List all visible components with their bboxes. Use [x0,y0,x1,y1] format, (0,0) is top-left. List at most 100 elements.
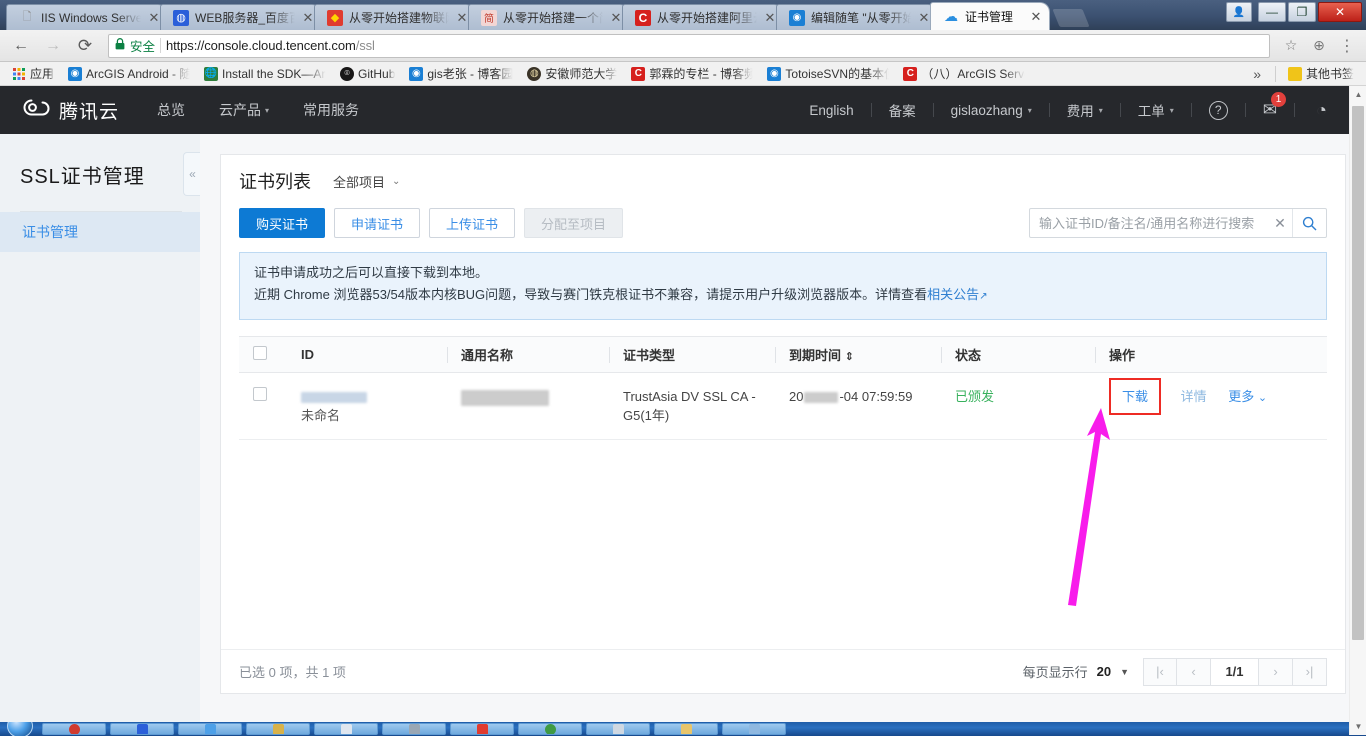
bookmark-tortoisesvn[interactable]: ◉ TotoiseSVN的基本使 [761,63,895,84]
browser-tab-3[interactable]: 简 从零开始搭建一个简 ✕ [468,4,630,30]
browser-tab-2[interactable]: ◆ 从零开始搭建物联网 ✕ [314,4,476,30]
column-header-cert-type: 证书类型 [609,336,775,373]
close-icon[interactable]: ✕ [301,10,315,25]
scrollbar-thumb[interactable] [1352,106,1364,640]
select-all-checkbox[interactable] [253,346,267,360]
more-actions-dropdown[interactable]: 更多 ⌄ [1228,389,1267,404]
close-icon[interactable]: ✕ [147,10,161,25]
bookmark-gislaozhang-blog[interactable]: ◉ gis老张 - 博客园 [403,63,519,84]
nav-common-services[interactable]: 常用服务 [303,100,359,120]
close-icon[interactable]: ✕ [1029,9,1043,24]
nav-overview[interactable]: 总览 [157,100,185,120]
cell-expire-time: 20 -04 07:59:59 [775,372,941,440]
bookmark-install-sdk[interactable]: 🌐 Install the SDK—Arc [198,65,332,83]
taskbar-item[interactable] [722,723,786,735]
per-page-selector[interactable]: 每页显示行 20 ▼ [1023,662,1129,681]
taskbar-item[interactable] [178,723,242,735]
minimize-button[interactable]: — [1258,2,1286,22]
bookmark-apps[interactable]: 应用 [6,63,60,84]
start-button[interactable] [0,722,40,736]
details-link[interactable]: 详情 [1181,389,1207,404]
bookmark-arcgis-server[interactable]: C （八）ArcGIS Server [897,63,1031,84]
nav-account-gislaozhang[interactable]: gislaozhang ▾ [934,103,1049,118]
prev-page-button[interactable]: ‹ [1177,657,1211,686]
per-page-label: 每页显示行 [1022,665,1088,680]
back-button[interactable]: ← [8,33,34,59]
maximize-button[interactable]: ❐ [1288,2,1316,22]
row-checkbox[interactable] [253,387,267,401]
next-page-button[interactable]: › [1259,657,1293,686]
bookmark-github[interactable]: ⌾ GitHub [334,65,401,83]
close-button[interactable]: ✕ [1318,2,1362,22]
search-input[interactable] [1030,209,1268,237]
taskbar-item[interactable] [586,723,650,735]
address-bar[interactable]: 安全 https://console.cloud.tencent.com/ssl [108,33,1270,58]
taskbar-item[interactable] [110,723,174,735]
qcloud-top-nav: 腾讯云 总览 云产品 ▾ 常用服务 English 备案 gislaozhang… [0,86,1366,134]
new-tab-button[interactable] [1052,9,1090,27]
taskbar-item[interactable] [42,723,106,735]
nav-cloud-products[interactable]: 云产品 ▾ [219,100,269,120]
search-icon[interactable] [1292,209,1326,237]
taskbar-item[interactable] [518,723,582,735]
sidebar-item-certificate-management[interactable]: 证书管理 [0,212,200,252]
announcement-link[interactable]: 相关公告 [927,287,979,302]
clock-icon: ◔ [1316,100,1327,120]
column-header-expire-time[interactable]: 到期时间 ⇕ [775,336,941,373]
bookmarks-overflow-button[interactable]: » [1245,66,1269,82]
scroll-up-arrow-icon[interactable]: ▲ [1350,86,1366,103]
qcloud-logo[interactable]: 腾讯云 [22,97,119,124]
browser-tab-6[interactable]: ☁ 证书管理 ✕ [930,2,1050,30]
close-icon[interactable]: ✕ [917,10,931,25]
extension-icon[interactable]: ⊕ [1308,34,1330,58]
search-icon-svg [1302,216,1317,230]
last-page-button[interactable]: ›| [1293,657,1327,686]
cnblogs-icon: ◉ [68,66,83,81]
apply-certificate-button[interactable]: 申请证书 [334,208,421,238]
close-icon[interactable]: ✕ [763,10,777,25]
scroll-down-arrow-icon[interactable]: ▼ [1350,718,1366,735]
taskbar-item[interactable] [314,723,378,735]
taskbar-item[interactable] [654,723,718,735]
user-avatar-icon[interactable]: 👤 [1226,2,1252,22]
window-controls: 👤 — ❐ ✕ [1226,2,1362,22]
bookmark-star-icon[interactable]: ☆ [1280,34,1302,58]
close-icon[interactable]: ✕ [609,10,623,25]
nav-beian[interactable]: 备案 [872,100,933,120]
nav-billing[interactable]: 费用 ▾ [1050,100,1120,120]
first-page-button[interactable]: |‹ [1143,657,1177,686]
bookmark-arcgis-android[interactable]: ◉ ArcGIS Android - 随 [62,63,196,84]
bookmark-anhui-normal-university[interactable]: ◍ 安徽师范大学 [521,63,623,84]
url-host: console.cloud.tencent.com [204,38,356,53]
nav-messages[interactable]: ✉ 1 [1246,92,1294,120]
nav-english[interactable]: English [792,103,870,118]
close-icon[interactable]: ✕ [455,10,469,25]
clear-search-icon[interactable]: ✕ [1268,215,1292,232]
browser-tab-1[interactable]: ◍ WEB服务器_百度百 ✕ [160,4,322,30]
csdn-icon: C [903,66,918,81]
nav-tickets[interactable]: 工单 ▾ [1121,100,1191,120]
tab-title: WEB服务器_百度百 [195,11,295,25]
browser-tabstrip: 🗋 IIS Windows Serve ✕ ◍ WEB服务器_百度百 ✕ ◆ 从… [0,0,1366,30]
taskbar-item[interactable] [450,723,514,735]
bookmark-guolin-column[interactable]: C 郭霖的专栏 - 博客频 [625,63,759,84]
browser-tab-0[interactable]: 🗋 IIS Windows Serve ✕ [6,4,168,30]
reload-button[interactable]: ⟳ [72,33,98,59]
sort-icon[interactable]: ⇕ [845,351,854,363]
download-button[interactable]: 下载 [1109,378,1162,415]
taskbar-item[interactable] [382,723,446,735]
page-scrollbar[interactable]: ▲ ▼ [1349,86,1366,735]
upload-certificate-button[interactable]: 上传证书 [429,208,516,238]
other-bookmarks-folder[interactable]: 其他书签 [1282,63,1360,84]
windows-orb-icon [7,722,33,736]
chrome-menu-icon[interactable]: ⋮ [1336,34,1358,58]
forward-button[interactable]: → [40,33,66,59]
sidebar-collapse-button[interactable]: « [183,152,201,196]
project-filter-dropdown[interactable]: 全部项目 ⌄ [333,172,400,191]
nav-help[interactable]: ? [1192,100,1245,120]
browser-tab-4[interactable]: C 从零开始搭建阿里云 ✕ [622,4,784,30]
browser-tab-5[interactable]: ◉ 编辑随笔 "从零开始 ✕ [776,4,938,30]
nav-history[interactable]: ◔ [1295,101,1348,120]
buy-certificate-button[interactable]: 购买证书 [239,208,326,238]
taskbar-item[interactable] [246,723,310,735]
